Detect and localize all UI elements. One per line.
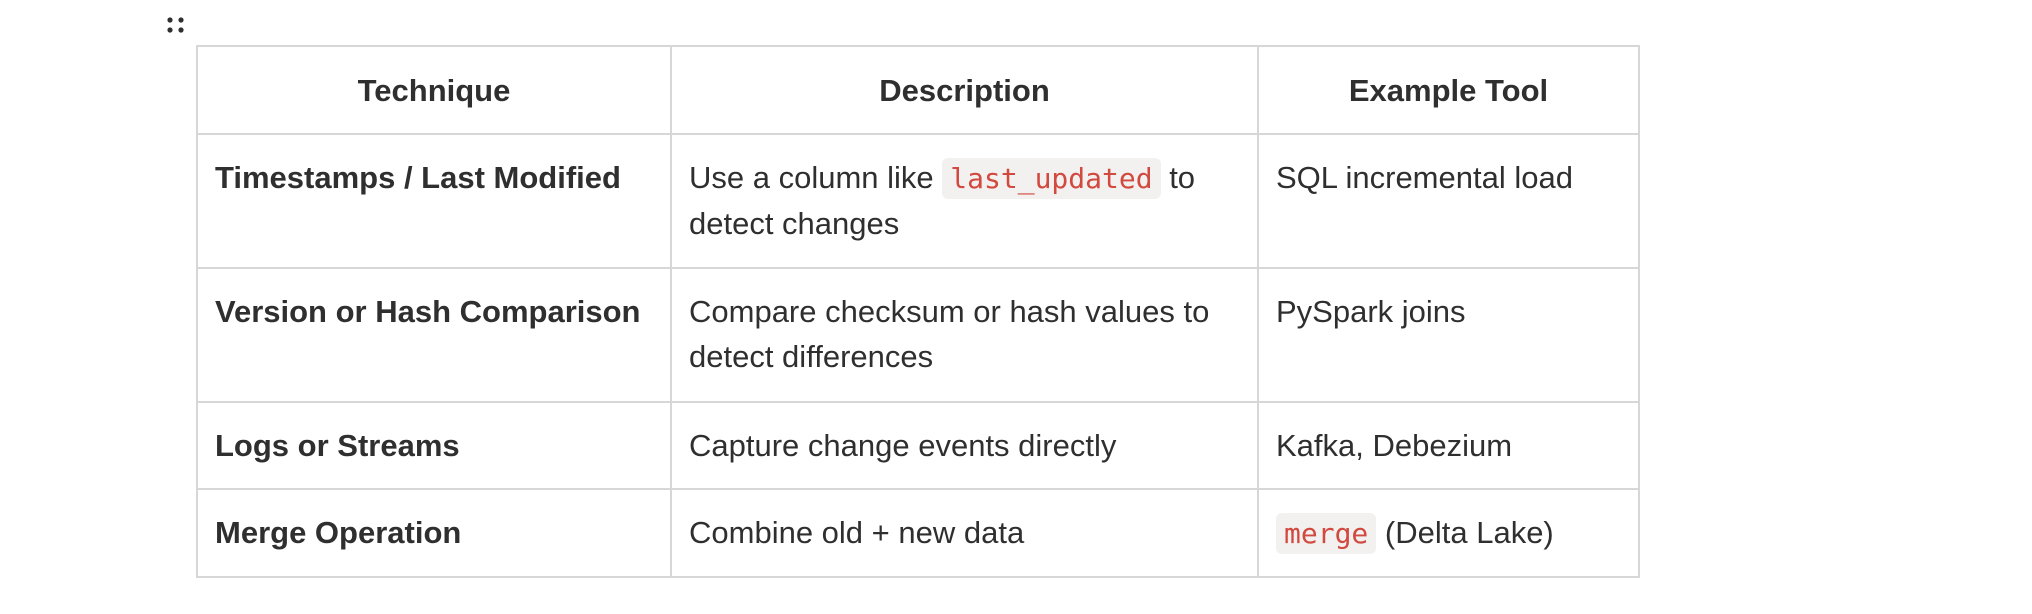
description-text: Use a column like: [689, 160, 943, 195]
tool-text: SQL incremental load: [1276, 160, 1573, 195]
table-row: Timestamps / Last Modified Use a column …: [196, 133, 1640, 269]
description-text: Combine old + new data: [689, 515, 1025, 550]
description-cell: Compare checksum or hash values to detec…: [670, 267, 1259, 403]
description-cell: Use a column like last_updated to detect…: [670, 133, 1259, 269]
technique-cell: Merge Operation: [196, 488, 672, 578]
technique-cell: Timestamps / Last Modified: [196, 133, 672, 269]
tool-text: (Delta Lake): [1376, 515, 1554, 550]
table-row: Merge Operation Combine old + new data m…: [196, 488, 1640, 578]
description-cell: Combine old + new data: [670, 488, 1259, 578]
table-header-row: Technique Description Example Tool: [196, 45, 1640, 135]
comparison-table: Technique Description Example Tool Times…: [196, 45, 1640, 578]
header-example-tool: Example Tool: [1257, 45, 1640, 135]
technique-cell: Version or Hash Comparison: [196, 267, 672, 403]
description-text: Capture change events directly: [689, 428, 1117, 463]
tool-text: PySpark joins: [1276, 294, 1466, 329]
inline-code: merge: [1276, 513, 1377, 554]
example-tool-cell: Kafka, Debezium: [1257, 401, 1640, 490]
table-row: Logs or Streams Capture change events di…: [196, 401, 1640, 490]
drag-handle-icon[interactable]: [166, 16, 186, 34]
table-row: Version or Hash Comparison Compare check…: [196, 267, 1640, 403]
tool-text: Kafka, Debezium: [1276, 428, 1513, 463]
header-technique: Technique: [196, 45, 672, 135]
example-tool-cell: SQL incremental load: [1257, 133, 1640, 269]
description-cell: Capture change events directly: [670, 401, 1259, 490]
description-text: Compare checksum or hash values to detec…: [689, 294, 1210, 374]
technique-cell: Logs or Streams: [196, 401, 672, 490]
example-tool-cell: PySpark joins: [1257, 267, 1640, 403]
inline-code: last_updated: [942, 158, 1161, 199]
header-description: Description: [670, 45, 1259, 135]
example-tool-cell: merge (Delta Lake): [1257, 488, 1640, 578]
